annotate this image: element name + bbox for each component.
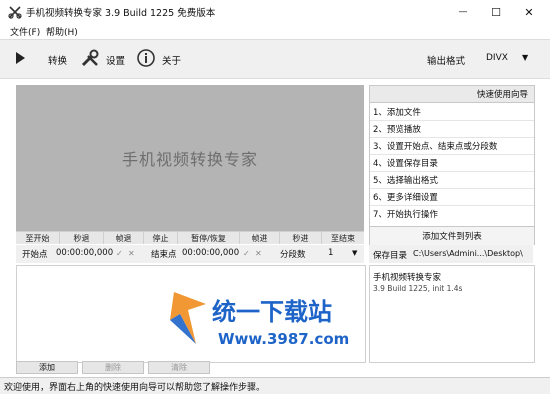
info-icon (137, 49, 155, 67)
convert-button[interactable]: 转换 (8, 40, 68, 78)
info-version: 3.9 Build 1225, init 1.4s (373, 284, 463, 293)
maximize-icon: ☐ (491, 5, 501, 19)
svg-text:统一下载站: 统一下载站 (212, 298, 332, 326)
end-point-input[interactable]: 00:00:00,000 (182, 248, 239, 258)
divider (370, 171, 534, 172)
add-file-to-list-button[interactable]: 添加文件到列表 (370, 226, 534, 245)
go-to-end-button[interactable]: 至结束 (322, 232, 364, 244)
about-button[interactable]: 关于 (136, 40, 186, 78)
seek-forward-second-button[interactable]: 秒进 (280, 232, 322, 244)
tools-icon (81, 49, 99, 67)
toolbar: 转换 设置 关于 输出格式 DIVX ▼ (0, 39, 550, 79)
status-bar: 欢迎使用，界面右上角的快速使用向导可以帮助您了解操作步骤。 (0, 377, 550, 394)
guide-step[interactable]: 4、设置保存目录 (373, 157, 438, 169)
save-directory-path[interactable]: C:\Users\Admini...\Desktop\ (413, 249, 523, 258)
video-preview[interactable]: 手机视频转换专家 (16, 85, 364, 231)
start-point-input[interactable]: 00:00:00,000 (56, 248, 113, 258)
quick-guide-panel: 快速使用向导 1、添加文件 2、预览播放 3、设置开始点、结束点或分段数 4、设… (369, 85, 535, 245)
output-format-label: 输出格式 (427, 56, 466, 67)
info-panel: 手机视频转换专家 3.9 Build 1225, init 1.4s (369, 265, 535, 363)
check-icon[interactable]: ✓ (116, 249, 123, 258)
chevron-down-icon: ▼ (352, 249, 358, 257)
divider (370, 205, 534, 206)
guide-step[interactable]: 3、设置开始点、结束点或分段数 (373, 140, 497, 152)
segments-label: 分段数 (280, 250, 306, 260)
divider (370, 120, 534, 121)
title-bar: 手机视频转换专家 3.9 Build 1225 免费版本 — ☐ ✕ (0, 0, 550, 24)
convert-label: 转换 (48, 56, 68, 67)
settings-label: 设置 (106, 56, 126, 67)
preview-placeholder: 手机视频转换专家 (121, 150, 258, 169)
divider (370, 154, 534, 155)
divider (370, 188, 534, 189)
check-icon[interactable]: ✓ (243, 249, 250, 258)
guide-step[interactable]: 2、预览播放 (373, 123, 421, 135)
pause-resume-button[interactable]: 暂停/恢复 (178, 232, 240, 244)
guide-step[interactable]: 5、选择输出格式 (373, 174, 438, 186)
seek-back-second-button[interactable]: 秒退 (60, 232, 104, 244)
maximize-button[interactable]: ☐ (481, 0, 511, 24)
save-directory-label: 保存目录 (373, 251, 408, 261)
clear-icon[interactable]: ✕ (255, 249, 262, 258)
segments-value: 1 (328, 248, 334, 258)
delete-button[interactable]: 删除 (82, 361, 144, 374)
watermark-logo: 统一下载站 Www.3987.com (170, 292, 349, 348)
stop-button[interactable]: 停止 (144, 232, 178, 244)
menu-bar: 文件(F) 帮助(H) (0, 24, 550, 39)
close-icon: ✕ (524, 5, 534, 19)
menu-help[interactable]: 帮助(H) (46, 25, 78, 38)
clear-button[interactable]: 清除 (148, 361, 210, 374)
about-label: 关于 (162, 56, 182, 67)
segments-select[interactable]: 1 ▼ (320, 246, 362, 261)
go-to-start-button[interactable]: 至开始 (16, 232, 60, 244)
time-settings-row: 开始点 00:00:00,000 ✓ ✕ 结束点 00:00:00,000 ✓ … (16, 245, 364, 263)
window-title: 手机视频转换专家 3.9 Build 1225 免费版本 (26, 8, 216, 19)
add-button[interactable]: 添加 (16, 361, 78, 374)
save-directory-row: 保存目录 C:\Users\Admini...\Desktop\ (369, 245, 533, 263)
output-format-select[interactable]: DIVX ▼ (482, 50, 532, 66)
guide-step[interactable]: 6、更多详细设置 (373, 191, 438, 203)
step-back-frame-button[interactable]: 帧退 (104, 232, 144, 244)
settings-button[interactable]: 设置 (78, 40, 128, 78)
svg-text:Www.3987.com: Www.3987.com (218, 330, 349, 348)
minimize-button[interactable]: — (448, 0, 478, 24)
start-point-label: 开始点 (22, 250, 48, 260)
menu-file[interactable]: 文件(F) (10, 25, 40, 38)
app-icon (8, 6, 22, 19)
quick-guide-title: 快速使用向导 (476, 90, 528, 100)
quick-guide-header[interactable]: 快速使用向导 (370, 86, 534, 103)
status-text: 欢迎使用，界面右上角的快速使用向导可以帮助您了解操作步骤。 (4, 383, 266, 393)
guide-step[interactable]: 7、开始执行操作 (373, 208, 438, 220)
step-forward-frame-button[interactable]: 帧进 (240, 232, 280, 244)
close-button[interactable]: ✕ (514, 0, 544, 24)
playback-controls: 至开始 秒退 帧退 停止 暂停/恢复 帧进 秒进 至结束 (16, 231, 364, 244)
clear-icon[interactable]: ✕ (128, 249, 135, 258)
chevron-down-icon: ▼ (522, 53, 529, 62)
minimize-icon: — (458, 7, 468, 17)
output-format-value: DIVX (486, 53, 508, 63)
info-app-name: 手机视频转换专家 (373, 273, 442, 283)
divider (370, 137, 534, 138)
guide-step[interactable]: 1、添加文件 (373, 106, 421, 118)
play-icon (16, 52, 25, 64)
end-point-label: 结束点 (151, 250, 177, 260)
